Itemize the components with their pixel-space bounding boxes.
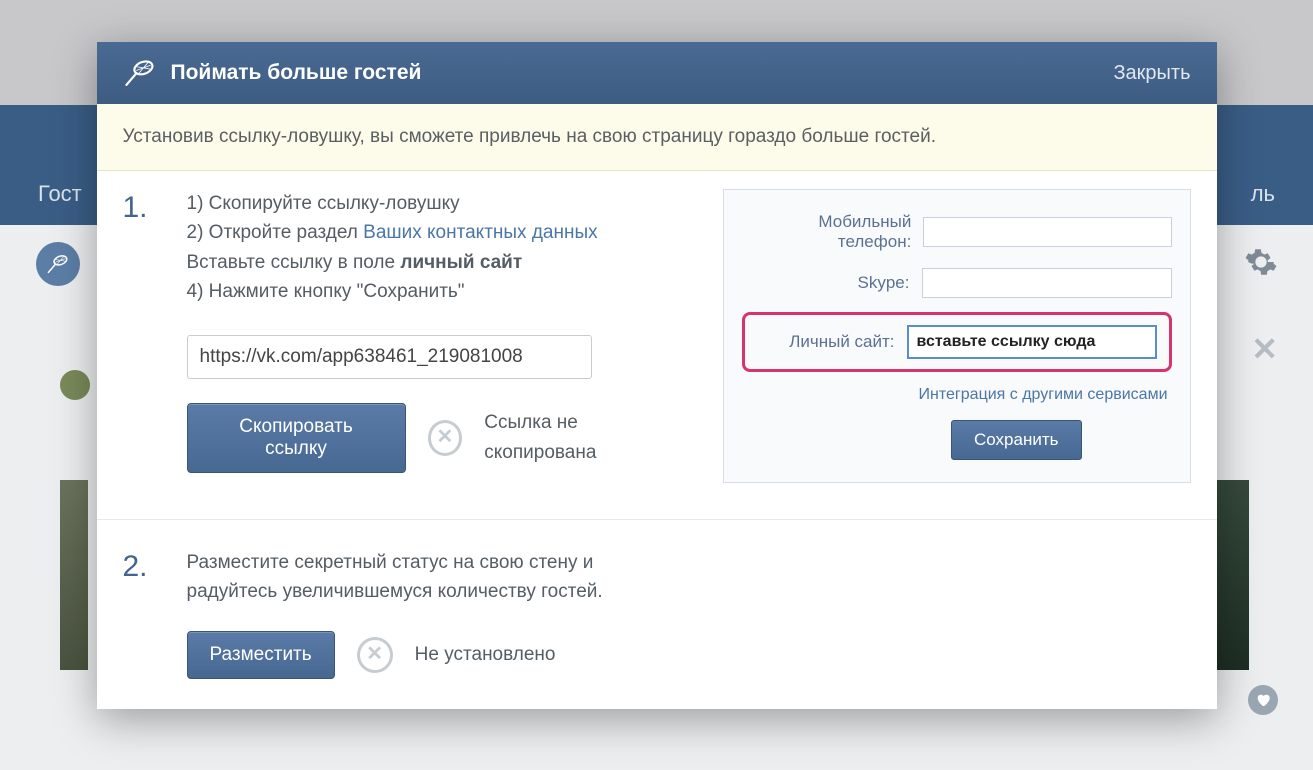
step-2-content: Разместите секретный статус на свою стен… [187, 548, 687, 679]
copy-action-row: Скопировать ссылку ✕ Ссылка не скопирова… [187, 403, 687, 473]
post-button[interactable]: Разместить [187, 631, 335, 679]
step-1-line3: Вставьте ссылку в поле личный сайт [187, 248, 687, 277]
status-x-icon: ✕ [357, 637, 393, 673]
modal-title: Поймать больше гостей [171, 61, 422, 85]
post-action-row: Разместить ✕ Не установлено [187, 631, 687, 679]
step-1-content: 1) Скопируйте ссылку-ловушку 2) Откройте… [187, 189, 687, 473]
preview-phone-label: Мобильный телефон: [742, 212, 912, 252]
copy-link-button[interactable]: Скопировать ссылку [187, 403, 406, 473]
step-1: 1. 1) Скопируйте ссылку-ловушку 2) Откро… [123, 189, 1191, 483]
modal-overlay: Поймать больше гостей Закрыть Установив … [0, 0, 1313, 770]
contact-data-link[interactable]: Ваших контактных данных [363, 222, 597, 243]
net-icon [123, 56, 157, 90]
step-1-line4: 4) Нажмите кнопку "Сохранить" [187, 277, 687, 306]
status-x-icon: ✕ [428, 420, 463, 456]
step-2: 2. Разместите секретный статус на свою с… [123, 548, 1191, 679]
step-2-text: Разместите секретный статус на свою стен… [187, 548, 687, 607]
step-1-line1: 1) Скопируйте ссылку-ловушку [187, 189, 687, 218]
preview-site-input [907, 325, 1157, 359]
preview-site-label: Личный сайт: [789, 332, 894, 352]
integration-link[interactable]: Интеграция с другими сервисами [742, 378, 1172, 404]
preview-phone-row: Мобильный телефон: [742, 204, 1172, 260]
preview-skype-input [922, 268, 1172, 298]
step-number: 2. [123, 548, 163, 584]
info-banner: Установив ссылку-ловушку, вы сможете при… [97, 104, 1217, 171]
step-number: 1. [123, 189, 163, 225]
trap-link-input[interactable] [187, 335, 592, 379]
post-status-text: Не установлено [415, 640, 556, 669]
step-1-line2: 2) Откройте раздел Ваших контактных данн… [187, 218, 687, 247]
preview-phone-input [923, 217, 1171, 247]
preview-save-button: Сохранить [951, 420, 1081, 460]
preview-skype-row: Skype: [742, 260, 1172, 306]
catch-guests-modal: Поймать больше гостей Закрыть Установив … [97, 42, 1217, 709]
modal-body: 1. 1) Скопируйте ссылку-ловушку 2) Откро… [97, 171, 1217, 709]
copy-status-text: Ссылка не скопирована [484, 408, 686, 467]
close-button[interactable]: Закрыть [1113, 62, 1190, 85]
modal-header: Поймать больше гостей Закрыть [97, 42, 1217, 104]
vk-preview-panel: Мобильный телефон: Skype: Личный сайт: И… [723, 189, 1191, 483]
preview-skype-label: Skype: [858, 273, 910, 293]
divider [97, 519, 1217, 520]
preview-site-highlight: Личный сайт: [742, 312, 1172, 372]
